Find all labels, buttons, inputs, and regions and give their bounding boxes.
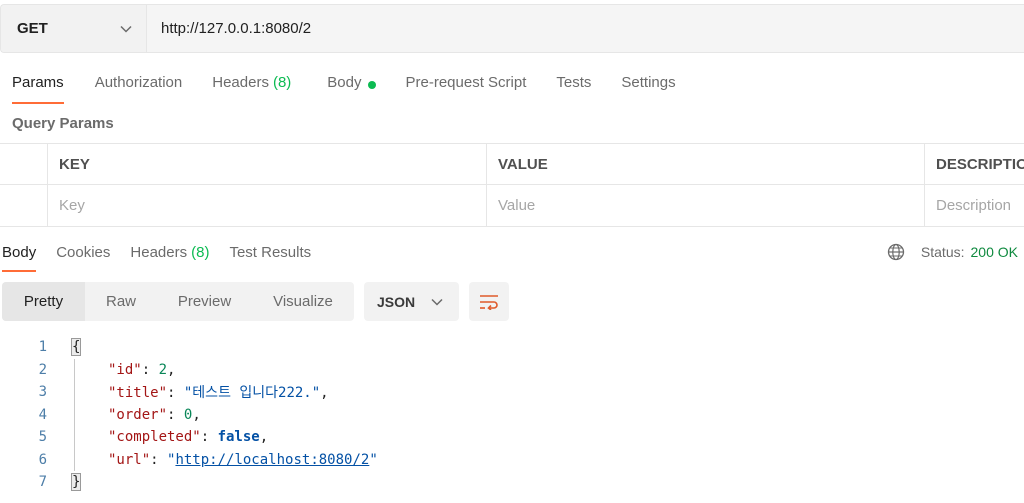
code-text: "url": "http://localhost:8080/2" (108, 451, 378, 468)
tab-response-body[interactable]: Body (2, 242, 37, 272)
code-text: { (70, 338, 82, 357)
request-url-bar: GET http://127.0.0.1:8080/2 (0, 4, 1024, 53)
json-key: "url" (108, 451, 151, 468)
query-params-title: Query Params (12, 115, 114, 132)
headers-count: (8) (272, 74, 292, 91)
tab-headers[interactable]: Headers (8) (212, 72, 291, 104)
code-line: 4 "order": 0, (0, 403, 1024, 426)
json-key: "order" (108, 406, 168, 423)
code-line: 5 "completed": false, (0, 426, 1024, 449)
globe-icon[interactable] (887, 243, 905, 261)
indent-guide (74, 403, 75, 426)
tab-label: Body (327, 74, 362, 91)
description-column-header: DESCRIPTIO (936, 155, 1024, 173)
tab-label: Body (2, 244, 37, 261)
line-number: 2 (38, 361, 47, 378)
key-column-header: KEY (48, 144, 487, 184)
indent-guide (74, 381, 75, 404)
format-label: JSON (377, 293, 416, 310)
line-number: 1 (38, 339, 47, 356)
tab-cookies[interactable]: Cookies (56, 242, 110, 272)
tab-test-results[interactable]: Test Results (229, 242, 311, 272)
query-params-table: KEY VALUE DESCRIPTIO Key Value Descripti… (0, 143, 1024, 227)
view-mode-pretty[interactable]: Pretty (2, 282, 85, 321)
tab-label: Params (12, 74, 64, 91)
method-label: GET (17, 20, 48, 37)
table-header-row: KEY VALUE DESCRIPTIO (0, 143, 1024, 185)
response-tabs: Body Cookies Headers (8) Test Results (2, 242, 311, 272)
body-indicator-dot (367, 81, 376, 89)
tab-label: Headers (212, 74, 269, 91)
line-number: 3 (38, 384, 47, 401)
tab-response-headers[interactable]: Headers (8) (130, 242, 209, 272)
view-mode-visualize[interactable]: Visualize (252, 282, 354, 321)
method-select[interactable]: GET (1, 5, 147, 52)
tab-authorization[interactable]: Authorization (95, 72, 183, 104)
code-text: } (70, 473, 82, 492)
close-brace: } (70, 473, 82, 492)
line-number: 4 (38, 406, 47, 423)
format-select[interactable]: JSON (364, 282, 459, 321)
tab-label: Tests (556, 74, 592, 91)
json-boolean: false (217, 429, 260, 446)
json-url-link[interactable]: http://localhost:8080/2 (175, 452, 369, 468)
wrap-lines-button[interactable] (469, 282, 509, 321)
tab-tests[interactable]: Tests (556, 72, 591, 104)
request-tabs: Params Authorization Headers (8) Body Pre… (12, 72, 676, 104)
tab-label: Authorization (94, 74, 183, 91)
response-headers-count: (8) (191, 244, 210, 261)
tab-settings[interactable]: Settings (621, 72, 675, 104)
checkbox-column-header (0, 144, 48, 184)
line-number: 5 (38, 429, 47, 446)
code-line: 3 "title": "테스트 입니다222.", (0, 381, 1024, 404)
status-value[interactable]: 200 OK (971, 244, 1018, 260)
code-text: "id": 2, (108, 361, 176, 378)
code-text: "completed": false, (108, 429, 269, 446)
tab-label: Pre-request Script (405, 74, 527, 91)
value-input[interactable]: Value (487, 185, 925, 226)
json-string: "테스트 입니다222." (183, 385, 321, 402)
tab-pre-request-script[interactable]: Pre-request Script (406, 72, 527, 104)
code-text: "title": "테스트 입니다222.", (108, 385, 329, 402)
status-label: Status: (920, 243, 965, 260)
indent-guide (74, 358, 75, 381)
line-number: 7 (38, 474, 47, 491)
tab-label: Headers (130, 244, 188, 261)
chevron-down-icon (120, 25, 132, 33)
chevron-down-icon (431, 298, 443, 306)
table-row: Key Value Description (0, 185, 1024, 227)
wrap-lines-icon (480, 294, 498, 310)
view-mode-selector: Pretty Raw Preview Visualize (2, 282, 354, 321)
json-number: 2 (158, 361, 168, 378)
json-key: "id" (108, 361, 142, 378)
description-input[interactable]: Description (925, 185, 1024, 226)
code-line: 6 "url": "http://localhost:8080/2" (0, 448, 1024, 471)
response-status: Status: 200 OK (887, 242, 1018, 261)
indent-guide (74, 448, 75, 471)
view-mode-preview[interactable]: Preview (157, 282, 252, 321)
tab-label: Test Results (229, 244, 312, 261)
key-input[interactable]: Key (48, 185, 487, 226)
code-line: 7 } (0, 471, 1024, 494)
code-text: "order": 0, (108, 406, 201, 423)
tab-params[interactable]: Params (12, 72, 64, 104)
json-key: "completed" (108, 429, 201, 446)
value-column-header: VALUE (487, 144, 925, 184)
row-checkbox-cell (0, 185, 48, 226)
view-mode-raw[interactable]: Raw (85, 282, 157, 321)
response-body-code[interactable]: 1 { 2 "id": 2, 3 "title": "테스트 입니다222.",… (0, 336, 1024, 494)
indent-guide (74, 426, 75, 449)
code-line: 2 "id": 2, (0, 358, 1024, 381)
json-key: "title" (108, 385, 168, 402)
line-number: 6 (38, 451, 47, 468)
open-brace: { (70, 338, 82, 357)
tab-label: Cookies (56, 244, 111, 261)
tab-label: Settings (621, 74, 676, 91)
tab-body[interactable]: Body (327, 72, 376, 104)
url-input[interactable]: http://127.0.0.1:8080/2 (147, 5, 1024, 52)
code-line: 1 { (0, 336, 1024, 359)
